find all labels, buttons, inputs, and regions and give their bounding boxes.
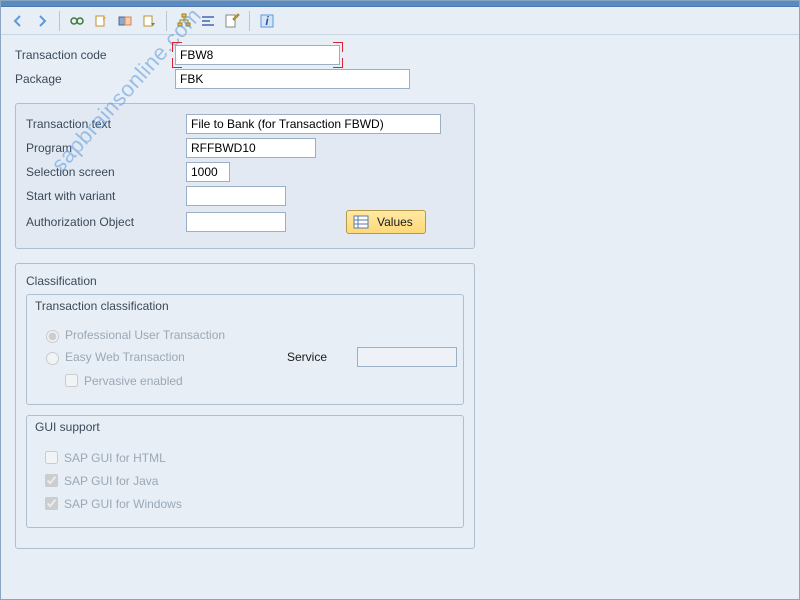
create-icon[interactable]	[90, 10, 112, 32]
pervasive-label: Pervasive enabled	[84, 374, 183, 388]
back-icon[interactable]	[7, 10, 29, 32]
easy-web-radio-label: Easy Web Transaction	[65, 350, 185, 364]
easy-web-radio[interactable]	[46, 352, 59, 365]
gui-html-checkbox[interactable]	[45, 451, 58, 464]
easy-web-radio-row[interactable]: Easy Web Transaction	[41, 349, 185, 365]
gui-html-label: SAP GUI for HTML	[64, 451, 166, 465]
transaction-details-panel: Transaction text Program Selection scree…	[15, 103, 475, 249]
transaction-text-label: Transaction text	[26, 117, 186, 131]
selection-screen-input[interactable]	[186, 162, 230, 182]
gui-windows-row[interactable]: SAP GUI for Windows	[41, 494, 449, 513]
toolbar-separator	[166, 11, 167, 31]
gui-support-group: GUI support SAP GUI for HTML SAP GUI for…	[26, 415, 464, 528]
info-icon[interactable]: i	[256, 10, 278, 32]
edit-icon[interactable]	[221, 10, 243, 32]
transaction-text-input[interactable]	[186, 114, 441, 134]
professional-radio-label: Professional User Transaction	[65, 328, 225, 342]
package-row: Package	[15, 69, 785, 89]
start-variant-input[interactable]	[186, 186, 286, 206]
auth-object-label: Authorization Object	[26, 215, 186, 229]
sap-gui-window: sapbrainsonline.com	[0, 0, 800, 600]
other-icon[interactable]	[138, 10, 160, 32]
gui-java-label: SAP GUI for Java	[64, 474, 158, 488]
forward-icon[interactable]	[31, 10, 53, 32]
gui-java-row[interactable]: SAP GUI for Java	[41, 471, 449, 490]
gui-support-legend: GUI support	[27, 416, 463, 438]
gui-html-row[interactable]: SAP GUI for HTML	[41, 448, 449, 467]
package-label: Package	[15, 72, 175, 86]
values-icon	[353, 214, 369, 230]
gui-windows-label: SAP GUI for Windows	[64, 497, 182, 511]
program-input[interactable]	[186, 138, 316, 158]
display-icon[interactable]	[66, 10, 88, 32]
selection-screen-label: Selection screen	[26, 165, 186, 179]
transaction-classification-group: Transaction classification Professional …	[26, 294, 464, 405]
toolbar-separator	[249, 11, 250, 31]
service-label: Service	[287, 350, 327, 364]
align-icon[interactable]	[197, 10, 219, 32]
auth-object-input[interactable]	[186, 212, 286, 232]
transaction-code-input[interactable]	[175, 45, 340, 65]
values-button[interactable]: Values	[346, 210, 426, 234]
gui-windows-checkbox[interactable]	[45, 497, 58, 510]
transaction-code-label: Transaction code	[15, 48, 175, 62]
pervasive-check-row[interactable]: Pervasive enabled	[61, 371, 449, 390]
start-variant-label: Start with variant	[26, 189, 186, 203]
values-button-label: Values	[377, 215, 413, 229]
toolbar-separator	[59, 11, 60, 31]
classification-panel: Classification Transaction classificatio…	[15, 263, 475, 549]
application-toolbar: i	[1, 7, 799, 35]
pervasive-checkbox[interactable]	[65, 374, 78, 387]
gui-java-checkbox[interactable]	[45, 474, 58, 487]
professional-radio[interactable]	[46, 330, 59, 343]
classification-title: Classification	[26, 274, 464, 288]
hierarchy-icon[interactable]	[173, 10, 195, 32]
program-label: Program	[26, 141, 186, 155]
content-area: Transaction code Package Transaction tex…	[1, 35, 799, 559]
professional-radio-row[interactable]: Professional User Transaction	[41, 327, 449, 343]
transaction-classification-legend: Transaction classification	[27, 295, 463, 317]
package-input[interactable]	[175, 69, 410, 89]
service-input[interactable]	[357, 347, 457, 367]
transaction-code-row: Transaction code	[15, 45, 785, 65]
change-icon[interactable]	[114, 10, 136, 32]
